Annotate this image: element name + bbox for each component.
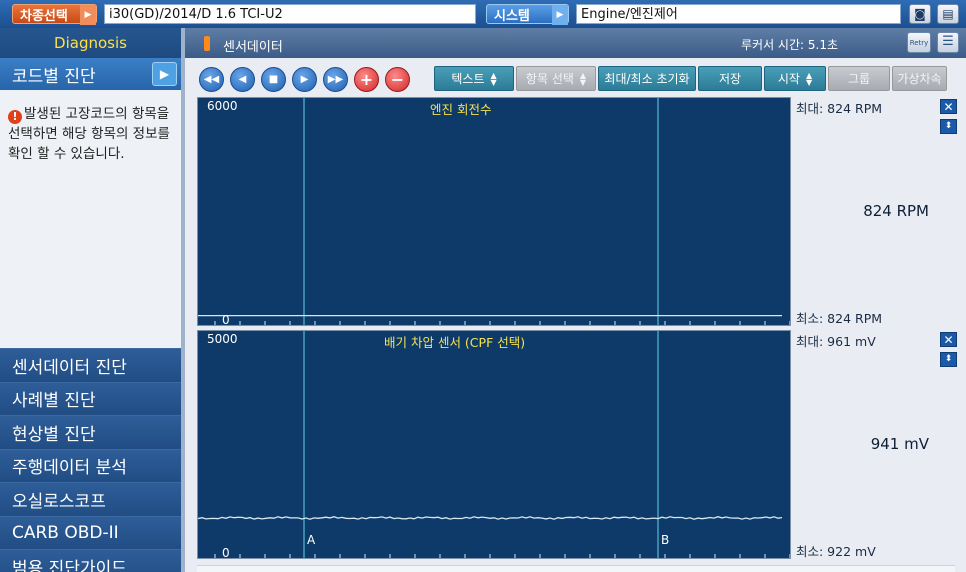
sort-icon: ▲ ▼ <box>805 70 813 87</box>
graph-min-label: 0 <box>222 546 230 559</box>
window-icon[interactable]: ▤ <box>937 4 959 24</box>
close-icon[interactable]: ✕ <box>940 99 957 114</box>
sidebar-item-carb-obd[interactable]: CARB OBD-II <box>0 515 181 549</box>
toolbar: ◀◀ ◀ ■ ▶ ▶▶ + − 텍스트 ▲ ▼ 항목 선택 ▲ ▼ 최대/최소 초기화 … <box>185 58 966 96</box>
sidebar-header: Diagnosis <box>0 28 181 58</box>
item-select-button[interactable]: 항목 선택 ▲ ▼ <box>516 66 596 91</box>
graph-canvas <box>198 98 790 325</box>
sidebar: Diagnosis 코드별 진단 ▶ ! 발생된 고장코드의 항목을 선택하면 해… <box>0 28 181 572</box>
readout-current-value: 941 mV <box>870 435 929 453</box>
text-mode-button[interactable]: 텍스트 ▲ ▼ <box>434 66 514 91</box>
play-icon[interactable]: ▶ <box>292 67 317 92</box>
sort-icon: ▲ ▼ <box>490 70 497 87</box>
vehicle-select-button[interactable]: 차종선택 ▶ <box>12 4 97 25</box>
main-panel: 센서데이터 루커서 시간: 5.1초 Retry ☰ ◀◀ ◀ ■ ▶ ▶▶ +… <box>181 28 966 572</box>
vehicle-field[interactable]: i30(GD)/2014/D 1.6 TCI-U2 <box>104 4 476 24</box>
start-label: 시작 <box>777 72 800 86</box>
readout-min: 최소: 922 mV <box>796 544 876 559</box>
expand-icon[interactable]: ⬍ <box>940 119 957 134</box>
graph-max-label: 5000 <box>207 332 238 346</box>
graph-engine-rpm[interactable]: 6000 엔진 회전수 0 <box>197 97 791 326</box>
camera-icon[interactable]: ◙ <box>909 4 931 24</box>
cursor-time: 루커서 시간: 5.1초 <box>741 38 838 52</box>
warning-icon: ! <box>8 110 22 124</box>
readout-engine-rpm: 최대: 824 RPM 824 RPM 최소: 824 RPM ✕ ⬍ <box>792 97 957 326</box>
play-arrow-icon: ▶ <box>80 5 96 25</box>
start-button[interactable]: 시작 ▲ ▼ <box>764 66 826 91</box>
readout-min: 최소: 824 RPM <box>796 311 883 326</box>
main-title-bar: 센서데이터 루커서 시간: 5.1초 Retry ☰ <box>185 28 966 58</box>
save-button[interactable]: 저장 <box>698 66 762 91</box>
system-select-label: 시스템 <box>494 8 530 24</box>
graph-title: 엔진 회전수 <box>430 102 492 117</box>
sidebar-item-general-guide[interactable]: 범용 진단가이드 <box>0 549 181 572</box>
page-title: 센서데이터 <box>223 40 283 55</box>
graph-max-label: 6000 <box>207 99 238 113</box>
info-panel: ! 발생된 고장코드의 항목을 선택하면 해당 항목의 정보를 확인 할 수 있습… <box>0 90 181 348</box>
graph-min-label: 0 <box>222 313 230 326</box>
cursor-b-label: B <box>661 533 670 547</box>
group-button[interactable]: 그룹 <box>828 66 890 91</box>
virtual-speed-button[interactable]: 가상차속 <box>892 66 947 91</box>
stop-icon[interactable]: ■ <box>261 67 286 92</box>
chevron-right-icon[interactable]: ▶ <box>152 62 177 86</box>
signal-trace <box>198 516 783 520</box>
cursor-a-label: A <box>307 533 316 547</box>
sort-icon: ▲ ▼ <box>579 70 587 87</box>
sidebar-item-symptom[interactable]: 현상별 진단 <box>0 415 181 449</box>
graph-exhaust-pressure[interactable]: 5000 배기 차압 센서 (CPF 선택) 0 A B <box>197 330 791 559</box>
fast-forward-icon[interactable]: ▶▶ <box>323 67 348 92</box>
sidebar-item-label: 코드별 진단 <box>12 66 96 87</box>
expand-icon[interactable]: ⬍ <box>940 352 957 367</box>
readout-exhaust-pressure: 최대: 961 mV 941 mV 최소: 922 mV ✕ ⬍ <box>792 330 957 559</box>
system-field[interactable]: Engine/엔진제어 <box>576 4 901 24</box>
sidebar-item-driving-data[interactable]: 주행데이터 분석 <box>0 448 181 482</box>
system-select-button[interactable]: 시스템 ▶ <box>486 4 569 25</box>
graph-title: 배기 차압 센서 (CPF 선택) <box>384 335 526 350</box>
zoom-in-icon[interactable]: + <box>354 67 379 92</box>
rewind-fast-icon[interactable]: ◀◀ <box>199 67 224 92</box>
graph-canvas <box>198 331 790 558</box>
rewind-icon[interactable]: ◀ <box>230 67 255 92</box>
zoom-out-icon[interactable]: − <box>385 67 410 92</box>
sidebar-item-sensor-data[interactable]: 센서데이터 진단 <box>0 348 181 382</box>
info-text: 발생된 고장코드의 항목을 선택하면 해당 항목의 정보를 확인 할 수 있습니… <box>8 106 170 162</box>
readout-max: 최대: 961 mV <box>796 334 876 349</box>
sidebar-item-case[interactable]: 사례별 진단 <box>0 381 181 415</box>
title-marker-icon <box>204 36 210 51</box>
top-bar: 차종선택 ▶ i30(GD)/2014/D 1.6 TCI-U2 시스템 ▶ E… <box>0 0 966 28</box>
vehicle-select-label: 차종선택 <box>20 8 68 24</box>
sidebar-item-code-diagnosis[interactable]: 코드별 진단 ▶ <box>0 58 181 90</box>
reset-minmax-button[interactable]: 최대/최소 초기화 <box>598 66 696 91</box>
text-mode-label: 텍스트 <box>451 72 485 86</box>
retry-icon[interactable]: Retry <box>907 32 931 53</box>
readout-max: 최대: 824 RPM <box>796 101 883 116</box>
readout-current-value: 824 RPM <box>863 202 929 220</box>
play-arrow-icon: ▶ <box>552 5 568 25</box>
close-icon[interactable]: ✕ <box>940 332 957 347</box>
horizontal-scrollbar[interactable] <box>197 565 955 572</box>
sidebar-item-oscilloscope[interactable]: 오실로스코프 <box>0 482 181 516</box>
item-select-label: 항목 선택 <box>525 72 574 86</box>
menu-icon[interactable]: ☰ <box>937 32 959 53</box>
